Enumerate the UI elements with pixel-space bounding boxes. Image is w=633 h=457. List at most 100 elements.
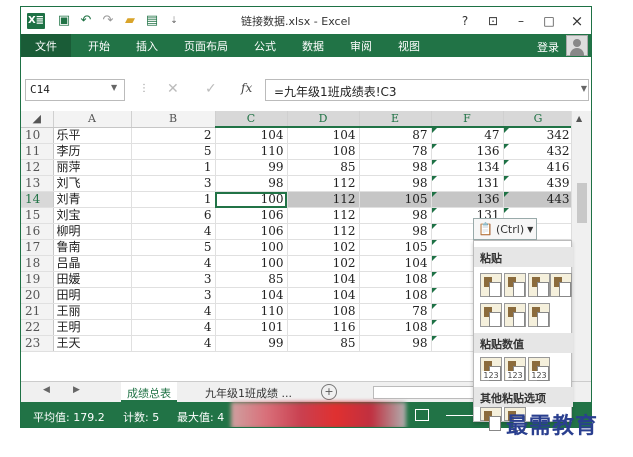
cell-class[interactable]: 4 — [131, 335, 216, 352]
open-icon[interactable]: ▰ — [119, 7, 141, 34]
cell-f[interactable]: 136 — [431, 143, 504, 160]
cell-e[interactable]: 108 — [359, 271, 432, 288]
close-icon[interactable]: × — [563, 7, 591, 34]
maximize-icon[interactable]: □ — [535, 7, 563, 34]
tab-home[interactable]: 开始 — [75, 34, 123, 57]
cell-c[interactable]: 98 — [215, 175, 288, 192]
cell-c[interactable]: 85 — [215, 271, 288, 288]
cell-class[interactable]: 2 — [131, 127, 216, 144]
minimize-icon[interactable]: – — [507, 7, 535, 34]
cell-d[interactable]: 108 — [287, 143, 360, 160]
next-sheet-icon[interactable]: ▶ — [73, 385, 80, 395]
tab-review[interactable]: 审阅 — [337, 34, 385, 57]
normal-view-icon[interactable] — [415, 409, 429, 421]
column-header-a[interactable]: A — [53, 111, 132, 128]
cell-e[interactable]: 105 — [359, 239, 432, 256]
cell-d[interactable]: 108 — [287, 303, 360, 320]
paste-values-source-format-icon[interactable]: 123 — [528, 357, 550, 381]
prev-sheet-icon[interactable]: ◀ — [43, 385, 50, 395]
cell-c[interactable]: 106 — [215, 207, 288, 224]
cell-e[interactable]: 108 — [359, 319, 432, 336]
cell-name[interactable]: 王丽 — [53, 303, 132, 320]
row-header[interactable]: 16 — [21, 223, 54, 240]
row-header[interactable]: 20 — [21, 287, 54, 304]
scroll-thumb[interactable] — [577, 183, 587, 223]
cell-c[interactable]: 100 — [215, 255, 288, 272]
row-header[interactable]: 13 — [21, 175, 54, 192]
tab-insert[interactable]: 插入 — [123, 34, 171, 57]
paste-values-number-format-icon[interactable]: 123 — [504, 357, 526, 381]
cell-d[interactable]: 102 — [287, 255, 360, 272]
cell-g[interactable]: 432 — [503, 143, 574, 160]
cell-e[interactable]: 78 — [359, 143, 432, 160]
cell-name[interactable]: 刘飞 — [53, 175, 132, 192]
paste-formatting-icon[interactable] — [480, 407, 502, 431]
cell-c[interactable]: 99 — [215, 159, 288, 176]
cell-name[interactable]: 田明 — [53, 287, 132, 304]
cell-f[interactable]: 131 — [431, 175, 504, 192]
row-header[interactable]: 21 — [21, 303, 54, 320]
paste-values-icon[interactable]: 123 — [480, 357, 502, 381]
cell-e[interactable]: 98 — [359, 207, 432, 224]
cell-class[interactable]: 4 — [131, 303, 216, 320]
row-header[interactable]: 14 — [21, 191, 54, 208]
cell-c[interactable]: 100 — [215, 239, 288, 256]
cell-g[interactable]: 416 — [503, 159, 574, 176]
cell-name[interactable]: 吕晶 — [53, 255, 132, 272]
cell-name[interactable]: 鲁南 — [53, 239, 132, 256]
row-header[interactable]: 18 — [21, 255, 54, 272]
cell-class[interactable]: 4 — [131, 255, 216, 272]
cell-d[interactable]: 104 — [287, 287, 360, 304]
print-preview-icon[interactable]: ▤ — [141, 7, 163, 34]
cell-name[interactable]: 王天 — [53, 335, 132, 352]
save-icon[interactable]: ▣ — [53, 7, 75, 34]
column-header-d[interactable]: D — [287, 111, 360, 128]
cell-d[interactable]: 112 — [287, 223, 360, 240]
cell-e[interactable]: 98 — [359, 223, 432, 240]
cell-d[interactable]: 104 — [287, 271, 360, 288]
paste-keep-source-format-icon[interactable] — [550, 273, 572, 297]
cell-class[interactable]: 5 — [131, 239, 216, 256]
tab-page-layout[interactable]: 页面布局 — [171, 34, 241, 57]
select-all-corner[interactable]: ◢ — [21, 111, 54, 128]
row-header[interactable]: 19 — [21, 271, 54, 288]
paste-options-button[interactable]: 📋 (Ctrl) ▼ — [473, 218, 537, 240]
cell-e[interactable]: 98 — [359, 159, 432, 176]
cell-class[interactable]: 4 — [131, 319, 216, 336]
cell-class[interactable]: 3 — [131, 175, 216, 192]
cell-e[interactable]: 108 — [359, 287, 432, 304]
cell-c[interactable]: 110 — [215, 143, 288, 160]
cell-d[interactable]: 112 — [287, 207, 360, 224]
cell-g[interactable]: 439 — [503, 175, 574, 192]
cell-e[interactable]: 78 — [359, 303, 432, 320]
cell-class[interactable]: 1 — [131, 159, 216, 176]
cell-class[interactable]: 3 — [131, 287, 216, 304]
cell-class[interactable]: 3 — [131, 271, 216, 288]
cell-name[interactable]: 丽萍 — [53, 159, 132, 176]
cell-d[interactable]: 85 — [287, 159, 360, 176]
paste-transpose-icon[interactable] — [504, 303, 526, 327]
sheet-tab-summary[interactable]: 成绩总表 — [121, 382, 177, 402]
cell-c[interactable]: 99 — [215, 335, 288, 352]
paste-formulas-number-format-icon[interactable] — [528, 273, 550, 297]
tab-view[interactable]: 视图 — [385, 34, 433, 57]
cell-d[interactable]: 104 — [287, 127, 360, 144]
cell-name[interactable]: 李历 — [53, 143, 132, 160]
cell-name[interactable]: 田媛 — [53, 271, 132, 288]
row-header[interactable]: 22 — [21, 319, 54, 336]
sheet-tab-class1[interactable]: 九年级1班成绩 ... — [199, 382, 298, 402]
cell-class[interactable]: 1 — [131, 191, 216, 208]
cell-f[interactable]: 47 — [431, 127, 504, 144]
cell-e[interactable]: 104 — [359, 255, 432, 272]
cell-name[interactable]: 王明 — [53, 319, 132, 336]
cell-e[interactable]: 87 — [359, 127, 432, 144]
cell-c[interactable]: 110 — [215, 303, 288, 320]
cell-c[interactable]: 104 — [215, 127, 288, 144]
formula-input[interactable]: =九年级1班成绩表!C3 — [265, 79, 589, 101]
row-header[interactable]: 23 — [21, 335, 54, 352]
cell-d[interactable]: 112 — [287, 191, 360, 208]
paste-no-borders-icon[interactable] — [480, 303, 502, 327]
cell-d[interactable]: 102 — [287, 239, 360, 256]
vertical-scrollbar[interactable]: ▲ — [571, 111, 591, 381]
tab-data[interactable]: 数据 — [289, 34, 337, 57]
